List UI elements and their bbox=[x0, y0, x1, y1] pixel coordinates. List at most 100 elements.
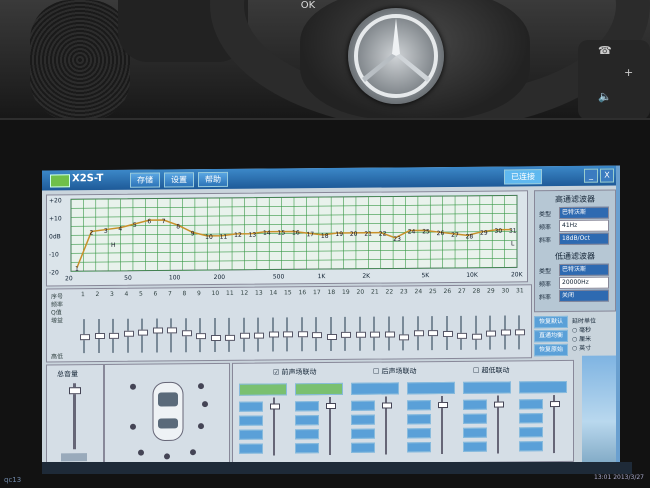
band-gain-slider[interactable] bbox=[515, 315, 525, 350]
band-gain-knob[interactable] bbox=[326, 333, 337, 340]
band-gain-knob[interactable] bbox=[413, 329, 424, 336]
band-gain-slider[interactable] bbox=[181, 318, 192, 353]
channel-option-button[interactable] bbox=[407, 428, 431, 439]
channel-level-slider[interactable] bbox=[438, 396, 448, 455]
channel-select-button[interactable] bbox=[239, 383, 287, 396]
channel-level-knob[interactable] bbox=[326, 402, 336, 410]
lp-type-select[interactable]: 巴特沃斯 bbox=[559, 263, 609, 277]
lp-freq-input[interactable]: 20000Hz bbox=[559, 276, 609, 290]
channel-option-button[interactable] bbox=[463, 399, 487, 410]
band-gain-slider[interactable] bbox=[239, 317, 250, 352]
channel-option-button[interactable] bbox=[295, 429, 319, 440]
band-gain-knob[interactable] bbox=[486, 330, 496, 337]
band-gain-slider[interactable] bbox=[109, 318, 119, 353]
band-gain-slider[interactable] bbox=[428, 316, 438, 351]
channel-option-button[interactable] bbox=[351, 400, 375, 411]
band-gain-slider[interactable] bbox=[80, 319, 90, 354]
eq-band-marker[interactable]: 30 bbox=[495, 228, 503, 235]
eq-band-marker[interactable]: 29 bbox=[480, 230, 488, 237]
channel-option-button[interactable] bbox=[519, 413, 543, 424]
band-gain-knob[interactable] bbox=[471, 333, 482, 340]
sub-link-checkbox[interactable]: ☐ 超低联动 bbox=[473, 365, 510, 375]
eq-band-marker[interactable]: 6 bbox=[147, 218, 151, 225]
band-gain-knob[interactable] bbox=[239, 332, 250, 339]
band-gain-slider[interactable] bbox=[355, 316, 366, 351]
band-gain-knob[interactable] bbox=[428, 329, 438, 336]
band-gain-knob[interactable] bbox=[225, 334, 235, 341]
channel-option-button[interactable] bbox=[407, 400, 431, 411]
channel-level-slider[interactable] bbox=[326, 397, 336, 456]
band-gain-slider[interactable] bbox=[442, 315, 453, 351]
eq-band-marker[interactable]: 23 bbox=[393, 236, 401, 243]
channel-select-button[interactable] bbox=[407, 381, 455, 395]
band-gain-slider[interactable] bbox=[268, 317, 279, 352]
front-link-checkbox[interactable]: ☑ 前声场联动 bbox=[273, 367, 317, 377]
channel-select-button[interactable] bbox=[463, 381, 511, 394]
eq-band-marker[interactable]: 20 bbox=[350, 231, 358, 238]
band-gain-slider[interactable] bbox=[500, 315, 511, 350]
band-gain-knob[interactable] bbox=[442, 330, 453, 338]
band-gain-slider[interactable] bbox=[196, 318, 206, 353]
minimize-button[interactable]: _ bbox=[584, 168, 598, 183]
eq-band-marker[interactable]: 25 bbox=[422, 228, 430, 235]
eq-band-marker[interactable]: 12 bbox=[234, 232, 242, 239]
eq-band-marker[interactable]: 27 bbox=[451, 232, 459, 239]
menu-save-button[interactable]: 存储 bbox=[130, 172, 160, 188]
channel-option-button[interactable] bbox=[463, 441, 487, 452]
eq-band-marker[interactable]: 28 bbox=[466, 233, 474, 240]
band-gain-knob[interactable] bbox=[370, 331, 380, 338]
channel-option-button[interactable] bbox=[407, 414, 431, 425]
band-gain-knob[interactable] bbox=[181, 330, 192, 337]
close-button[interactable]: X bbox=[600, 168, 614, 183]
unit-option-inch[interactable]: ○ 英寸 bbox=[572, 343, 614, 352]
hp-freq-input[interactable]: 41Hz bbox=[559, 219, 609, 233]
channel-level-knob[interactable] bbox=[382, 402, 392, 409]
band-gain-knob[interactable] bbox=[94, 332, 105, 339]
channel-option-button[interactable] bbox=[351, 414, 375, 425]
channel-option-button[interactable] bbox=[239, 415, 263, 426]
band-gain-slider[interactable] bbox=[297, 317, 308, 352]
band-gain-knob[interactable] bbox=[399, 334, 409, 341]
eq-band-marker[interactable]: 24 bbox=[408, 228, 416, 235]
restore-default-button[interactable]: 恢复默认 bbox=[534, 315, 568, 329]
band-gain-slider[interactable] bbox=[138, 318, 148, 353]
band-gain-knob[interactable] bbox=[268, 330, 279, 338]
channel-level-slider[interactable] bbox=[382, 396, 392, 455]
band-gain-slider[interactable] bbox=[326, 316, 337, 352]
band-gain-slider[interactable] bbox=[152, 318, 163, 353]
band-gain-knob[interactable] bbox=[80, 334, 90, 341]
channel-option-button[interactable] bbox=[239, 429, 263, 440]
band-gain-slider[interactable] bbox=[312, 317, 322, 352]
band-gain-slider[interactable] bbox=[486, 315, 496, 350]
channel-select-button[interactable] bbox=[519, 380, 567, 394]
channel-level-knob[interactable] bbox=[494, 401, 504, 408]
restore-original-button[interactable]: 恢复原始 bbox=[534, 343, 568, 357]
eq-band-marker[interactable]: 13 bbox=[249, 232, 257, 239]
channel-option-button[interactable] bbox=[295, 415, 319, 426]
band-gain-knob[interactable] bbox=[167, 327, 177, 334]
channel-select-button[interactable] bbox=[351, 382, 399, 395]
band-gain-slider[interactable] bbox=[341, 316, 351, 351]
channel-level-slider[interactable] bbox=[550, 395, 560, 454]
band-gain-knob[interactable] bbox=[196, 333, 206, 340]
eq-band-marker[interactable]: 3 bbox=[104, 228, 108, 235]
band-gain-knob[interactable] bbox=[457, 332, 467, 339]
channel-option-button[interactable] bbox=[407, 442, 431, 453]
unit-option-ms[interactable]: ○ 毫秒 bbox=[572, 325, 614, 334]
channel-level-knob[interactable] bbox=[550, 401, 560, 408]
direct-eq-button[interactable]: 直通均衡 bbox=[534, 329, 568, 343]
band-gain-slider[interactable] bbox=[413, 316, 424, 351]
eq-band-marker[interactable]: 1 bbox=[75, 266, 79, 273]
lp-slope-select[interactable]: 关闭 bbox=[559, 289, 609, 303]
hp-type-select[interactable]: 巴特沃斯 bbox=[559, 206, 609, 220]
channel-level-slider[interactable] bbox=[494, 395, 504, 454]
band-gain-slider[interactable] bbox=[399, 316, 409, 351]
band-gain-knob[interactable] bbox=[123, 330, 134, 337]
band-gain-slider[interactable] bbox=[471, 315, 482, 350]
eq-band-marker[interactable]: 26 bbox=[437, 230, 445, 237]
band-gain-knob[interactable] bbox=[515, 328, 525, 335]
menu-settings-button[interactable]: 设置 bbox=[164, 172, 194, 188]
band-gain-slider[interactable] bbox=[210, 318, 221, 353]
band-gain-knob[interactable] bbox=[210, 334, 221, 341]
eq-band-marker[interactable]: 11 bbox=[220, 234, 228, 241]
